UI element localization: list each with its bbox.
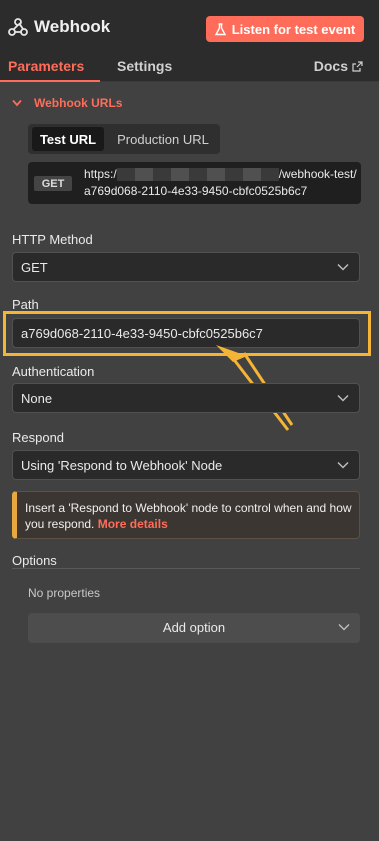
test-url-tab[interactable]: Test URL — [32, 127, 104, 151]
production-url-tab[interactable]: Production URL — [108, 127, 218, 151]
respond-value: Using 'Respond to Webhook' Node — [21, 458, 223, 473]
chevron-down-icon — [337, 461, 349, 469]
respond-select[interactable]: Using 'Respond to Webhook' Node — [12, 450, 360, 480]
tab-parameters[interactable]: Parameters — [8, 58, 84, 74]
url-prefix: https:/ — [84, 167, 117, 181]
node-title: Webhook — [34, 17, 111, 36]
more-details-link[interactable]: More details — [98, 517, 168, 531]
chevron-down-icon — [12, 99, 22, 107]
webhook-urls-toggle[interactable]: Webhook URLs — [12, 96, 122, 110]
panel-tabs: Parameters Settings Docs — [0, 56, 379, 82]
http-method-label: HTTP Method — [12, 232, 93, 247]
respond-label: Respond — [12, 430, 65, 445]
options-divider — [12, 568, 360, 569]
listen-for-test-event-button[interactable]: Listen for test event — [206, 16, 364, 42]
webhook-icon — [8, 18, 28, 36]
webhook-urls-title: Webhook URLs — [34, 96, 123, 110]
url-type-toggle: Test URL Production URL — [28, 124, 220, 154]
active-tab-indicator — [0, 80, 100, 82]
external-link-icon — [352, 60, 363, 72]
chevron-down-icon — [338, 623, 350, 631]
options-label: Options — [12, 553, 57, 568]
method-badge: GET — [34, 176, 72, 191]
notice-body: Insert a 'Respond to Webhook' node to co… — [25, 501, 352, 531]
no-properties-text: No properties — [28, 586, 101, 600]
respond-notice: Insert a 'Respond to Webhook' node to co… — [12, 491, 360, 539]
listen-button-label: Listen for test event — [231, 21, 356, 37]
add-option-label: Add option — [162, 620, 226, 635]
path-input[interactable]: a769d068-2110-4e33-9450-cbfc0525b6c7 — [12, 318, 360, 348]
docs-label: Docs — [313, 58, 348, 74]
webhook-url-text: https://webhook-test/a769d068-2110-4e33-… — [84, 166, 359, 200]
authentication-select[interactable]: None — [12, 383, 360, 413]
docs-link[interactable]: Docs — [314, 58, 363, 74]
http-method-value: GET — [21, 260, 48, 275]
node-header: Webhook Listen for test event — [0, 0, 379, 56]
chevron-down-icon — [337, 263, 349, 271]
redacted-host — [116, 168, 279, 182]
add-option-button[interactable]: Add option — [28, 613, 360, 643]
authentication-label: Authentication — [12, 364, 95, 379]
notice-text: Insert a 'Respond to Webhook' node to co… — [25, 500, 355, 532]
tab-settings[interactable]: Settings — [117, 58, 172, 74]
authentication-value: None — [21, 391, 53, 406]
path-value: a769d068-2110-4e33-9450-cbfc0525b6c7 — [21, 326, 263, 341]
path-label: Path — [12, 297, 39, 312]
webhook-url-display[interactable]: GET https://webhook-test/a769d068-2110-4… — [28, 162, 361, 204]
http-method-select[interactable]: GET — [12, 252, 360, 282]
flask-icon — [214, 22, 226, 35]
chevron-down-icon — [337, 394, 349, 402]
